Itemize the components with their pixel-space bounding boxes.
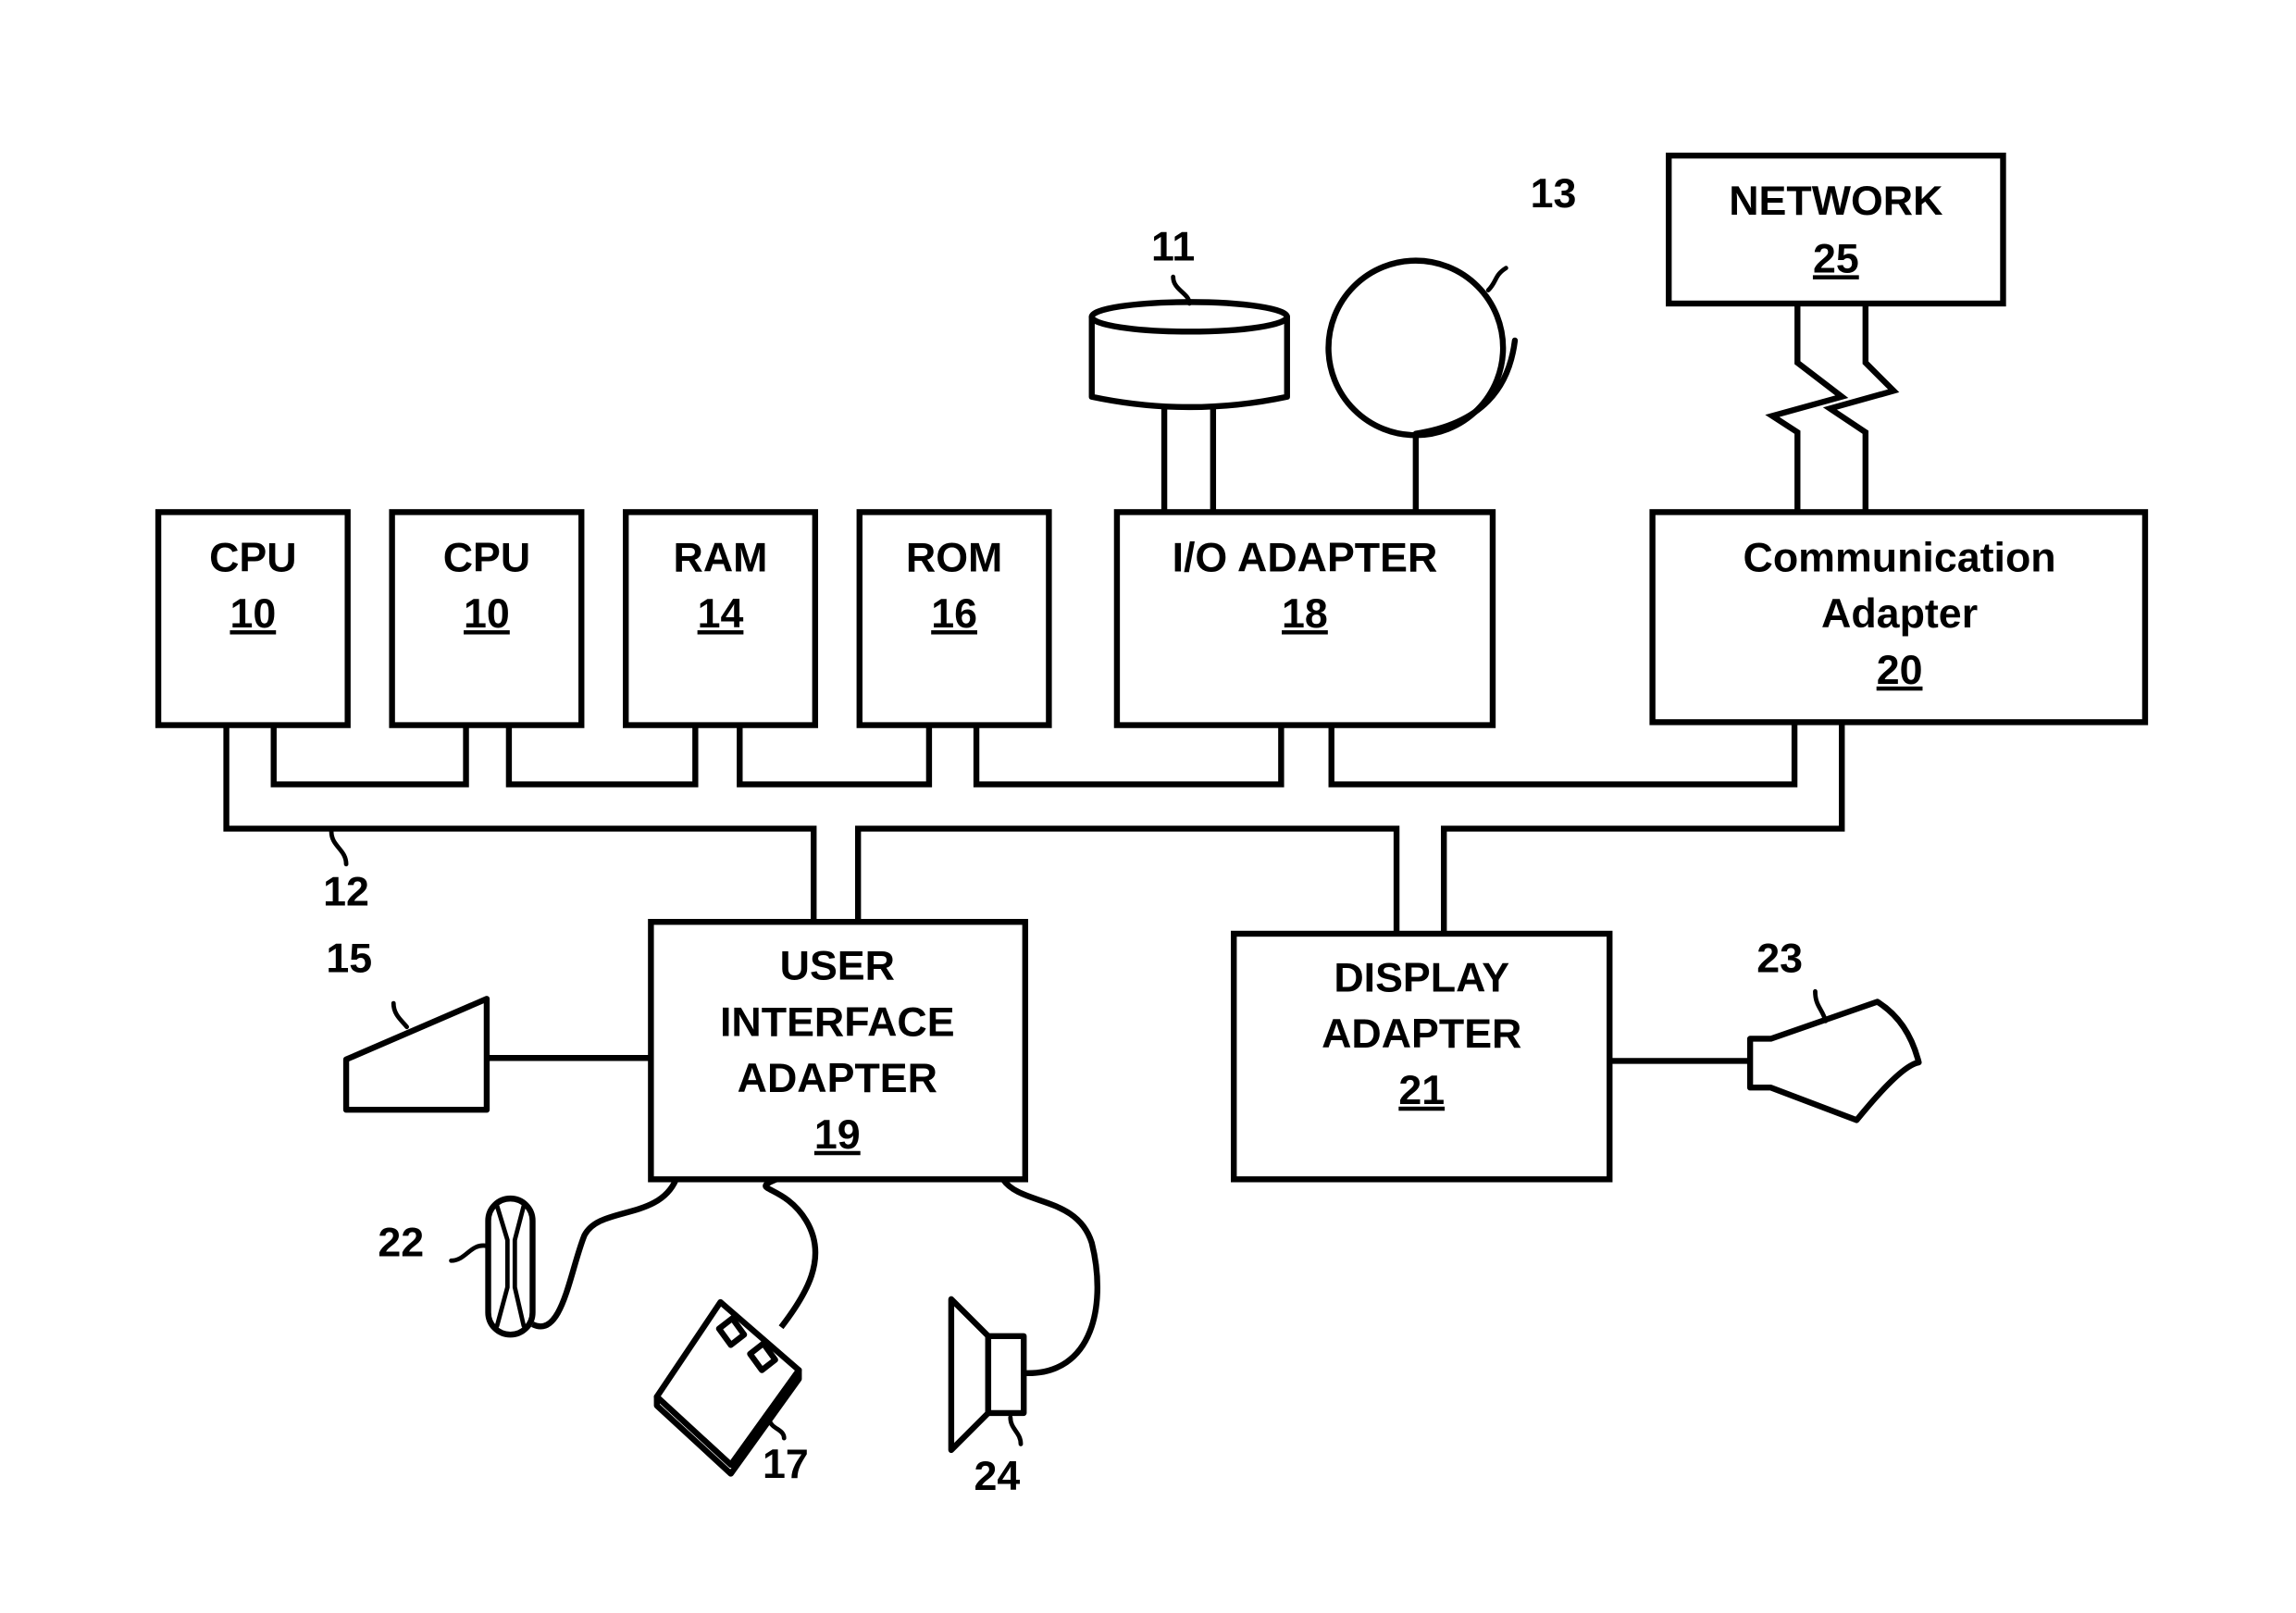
ram-block: RAM 14: [623, 509, 819, 728]
display-adapter-label-line2: ADAPTER: [1322, 1011, 1521, 1057]
communication-adapter-block: Communication Adapter 20: [1649, 509, 2149, 726]
bus-line-inner-io-comm: [1328, 722, 1798, 788]
system-bus: [223, 722, 1845, 934]
bus-line-inner-ram-rom: [737, 725, 933, 788]
ui-adapter-label-line1: USER: [780, 943, 895, 989]
ui-adapter-label-line3: ADAPTER: [738, 1055, 937, 1101]
display-device-leader: [1813, 988, 1829, 1024]
callout-tape-drive: 13: [1531, 170, 1577, 217]
keyboard-icon: [342, 996, 652, 1113]
display-device-icon: [1609, 988, 1922, 1123]
network-links: [1765, 303, 1900, 513]
rom-label: ROM: [906, 534, 1002, 580]
cpu-1-label: CPU: [209, 534, 296, 580]
user-interface-adapter-block: USER INTERFACE ADAPTER 19: [648, 918, 1029, 1183]
callout-bus: 12: [323, 869, 369, 915]
bus-line-outer-right: [1441, 722, 1845, 934]
bus-line-inner-cpu2-ram: [505, 725, 699, 788]
comm-adapter-label-line2: Adapter: [1821, 590, 1978, 637]
io-adapter-block: I/O ADAPTER 18: [1113, 509, 1496, 728]
rom-ref: 16: [931, 590, 977, 637]
io-adapter-label: I/O ADAPTER: [1173, 534, 1438, 580]
tape-drive-leader: [1485, 266, 1508, 292]
ram-label: RAM: [674, 534, 768, 580]
callout-disk-drive: 11: [1151, 224, 1195, 270]
comm-adapter-label-line1: Communication: [1744, 534, 2056, 580]
reference-numerals: 11 13 12 15 22 17 24 23: [323, 170, 1803, 1499]
bus-line-outer-left: [223, 725, 817, 923]
bus-line-outer-middle: [854, 825, 1400, 934]
callout-speaker: 24: [974, 1453, 1021, 1499]
io-adapter-ref: 18: [1282, 590, 1328, 637]
cpu-block-1: CPU 10: [155, 509, 351, 728]
cpu-block-2: CPU 10: [389, 509, 585, 728]
keyboard-leader: [391, 1000, 410, 1030]
display-adapter-label-line1: DISPLAY: [1334, 954, 1509, 1000]
network-label: NETWORK: [1729, 178, 1942, 224]
tape-drive-icon: [1325, 257, 1519, 513]
cpu-1-ref: 10: [230, 590, 276, 637]
ram-ref: 14: [698, 590, 744, 637]
display-adapter-ref: 21: [1398, 1067, 1445, 1113]
computer-system-diagram: CPU 10 CPU 10 RAM 14 ROM 16 I/O ADAPTER …: [155, 152, 2149, 1499]
cpu-2-label: CPU: [443, 534, 530, 580]
bus-leader: [329, 829, 349, 867]
trackball-icon: [449, 1177, 679, 1338]
bus-line-inner-rom-io: [973, 725, 1285, 788]
rom-block: ROM 16: [856, 509, 1052, 728]
callout-display-device: 23: [1756, 936, 1803, 982]
callout-trackball: 22: [378, 1219, 424, 1265]
bus-line-inner-cpu1-cpu2: [270, 725, 469, 788]
ui-adapter-label-line2: INTERFACE: [720, 999, 955, 1045]
speaker-icon: [948, 1177, 1100, 1454]
mouse-icon: [653, 1176, 819, 1477]
speaker-leader: [1008, 1415, 1024, 1446]
mouse-leader: [766, 1418, 787, 1441]
trackball-leader: [449, 1243, 490, 1263]
network-ref: 25: [1813, 235, 1859, 281]
callout-keyboard: 15: [326, 936, 372, 982]
ui-adapter-ref: 19: [814, 1111, 861, 1158]
cpu-2-ref: 10: [464, 590, 510, 637]
display-adapter-block: DISPLAY ADAPTER 21: [1231, 930, 1613, 1183]
network-link-right: [1822, 303, 1900, 513]
comm-adapter-ref: 20: [1877, 647, 1923, 693]
callout-mouse: 17: [763, 1441, 809, 1487]
disk-drive-icon: [1088, 274, 1290, 513]
network-block: NETWORK 25: [1666, 152, 2006, 307]
